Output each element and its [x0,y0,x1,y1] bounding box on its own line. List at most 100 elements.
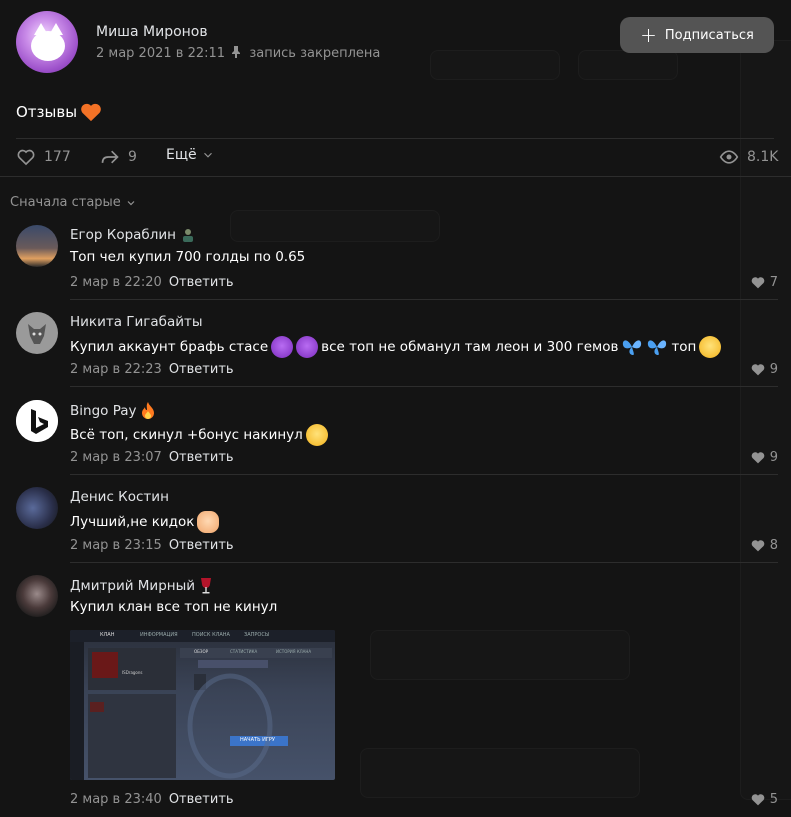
attached-image[interactable]: КЛАН ИНФОРМАЦИЯ ПОИСК КЛАНА ЗАПРОСЫ ОБЗО… [70,630,335,780]
views-counter: 8.1K [719,147,778,167]
handshake-emoji-icon [197,511,220,533]
share-icon [101,150,119,164]
sort-label: Сначала старые [10,195,121,210]
post-meta: 2 мар 2021 в 22:11 запись закреплена [96,46,380,61]
butterfly-emoji-icon [648,340,667,355]
commenter-avatar[interactable] [16,487,58,529]
commenter-name[interactable]: Денис Костин [70,489,169,505]
comment-item: Егор Кораблин Топ чел купил 700 голды по… [16,225,778,300]
commenter-name[interactable]: Bingo Pay [70,402,155,420]
comment-text-part: Всё топ, скинул +бонус накинул [70,427,303,443]
wine-glass-emoji-icon [201,578,212,594]
comment-item: Денис Костин Лучший,не кидок 2 мар в 23:… [16,487,778,563]
comment-like-count: 5 [769,792,778,807]
author-avatar[interactable] [16,11,78,73]
money-face-emoji-icon [305,424,328,446]
game-sub-tab: ОБЗОР [194,649,209,654]
comment-meta: 2 мар в 22:23 Ответить [70,362,234,377]
comment-text: Топ чел купил 700 голды по 0.65 [70,249,306,265]
chevron-down-icon [203,152,212,158]
game-sub-tab: СТАТИСТИКА [230,649,258,654]
comment-like-button[interactable]: 7 [751,275,778,290]
commenter-avatar[interactable] [16,400,58,442]
reply-button[interactable]: Ответить [169,538,234,553]
like-button[interactable]: 177 [16,147,71,167]
chevron-down-icon [127,200,135,205]
commenter-name-text: Bingo Pay [70,403,137,419]
pinned-label: запись закреплена [249,46,381,61]
comment-like-button[interactable]: 8 [751,538,778,553]
commenter-avatar[interactable] [16,575,58,617]
more-button[interactable]: Ещё [166,147,215,163]
reply-button[interactable]: Ответить [169,275,234,290]
reply-button[interactable]: Ответить [169,450,234,465]
sort-dropdown[interactable]: Сначала старые [10,195,137,210]
comment-item: Дмитрий Мирный Купил клан все топ не кин… [16,575,778,810]
post-text-content: Отзывы [16,103,78,121]
commenter-name-text: Егор Кораблин [70,227,176,243]
comment-date[interactable]: 2 мар в 22:23 [70,362,162,377]
comment-item: Никита Гигабайты Купил аккаунт брафь ста… [16,312,778,387]
comment-like-count: 9 [769,362,778,377]
commenter-avatar[interactable] [16,312,58,354]
comment-date[interactable]: 2 мар в 23:40 [70,792,162,807]
comment-date[interactable]: 2 мар в 22:20 [70,275,162,290]
game-tab: КЛАН [100,632,115,638]
like-count: 177 [44,149,71,165]
post-header: Миша Миронов 2 мар 2021 в 22:11 запись з… [16,11,776,75]
comment-item: Bingo Pay Всё топ, скинул +бонус накинул… [16,400,778,475]
comment-text: Лучший,не кидок [70,511,220,533]
author-name[interactable]: Миша Миронов [96,24,208,40]
cat-emoji-icon [699,336,722,358]
comment-date[interactable]: 2 мар в 23:07 [70,450,162,465]
more-label: Ещё [166,147,197,163]
commenter-name-text: Дмитрий Мирный [70,578,196,594]
commenter-name[interactable]: Егор Кораблин [70,227,196,243]
devil-emoji-icon [296,336,319,358]
game-sub-tab: ИСТОРИЯ КЛАНА [276,649,312,654]
comment-meta: 2 мар в 23:07 Ответить [70,450,234,465]
heart-icon [751,452,765,464]
heart-icon [751,277,765,289]
post-text: Отзывы [16,102,102,122]
pin-icon [232,46,241,58]
devil-emoji-icon [271,336,294,358]
comment-like-button[interactable]: 9 [751,362,778,377]
subscribe-button[interactable]: + Подписаться [620,17,774,53]
post-panel: Миша Миронов 2 мар 2021 в 22:11 запись з… [0,0,791,817]
post-date[interactable]: 2 мар 2021 в 22:11 [96,46,225,61]
butterfly-emoji-icon [623,340,642,355]
comment-date[interactable]: 2 мар в 23:15 [70,538,162,553]
plus-icon: + [640,23,657,47]
share-button[interactable]: 9 [100,147,137,167]
divider [0,176,791,177]
reply-button[interactable]: Ответить [169,792,234,807]
heart-icon [17,149,35,166]
divider [70,562,778,563]
comment-meta: 2 мар в 23:40 Ответить [70,792,234,807]
comment-text: Всё топ, скинул +бонус накинул [70,424,328,446]
comment-text-part: Купил аккаунт брафь стасе [70,339,269,355]
subscribe-label: Подписаться [664,27,754,43]
dog-icon [28,324,46,344]
comment-like-button[interactable]: 5 [751,792,778,807]
post-actions: 177 9 Ещё 8.1K [16,147,778,169]
commenter-avatar[interactable] [16,225,58,267]
divider [16,138,774,139]
comment-like-count: 9 [769,450,778,465]
commenter-name[interactable]: Дмитрий Мирный [70,577,213,595]
comment-like-button[interactable]: 9 [751,450,778,465]
comment-text: Купил клан все топ не кинул [70,599,278,615]
commenter-name[interactable]: Никита Гигабайты [70,314,203,330]
divider [70,299,778,300]
reply-button[interactable]: Ответить [169,362,234,377]
views-count: 8.1K [747,149,779,165]
game-clan-name: ISDragons [122,670,143,675]
heart-icon [751,540,765,552]
comment-text: Купил аккаунт брафь стасе все топ не обм… [70,336,722,358]
game-start-button: НАЧАТЬ ИГРУ [240,737,275,743]
share-count: 9 [128,149,137,165]
fire-emoji-icon [141,402,154,419]
comment-text-part: топ [671,339,697,355]
figure-emoji-icon [182,229,193,242]
